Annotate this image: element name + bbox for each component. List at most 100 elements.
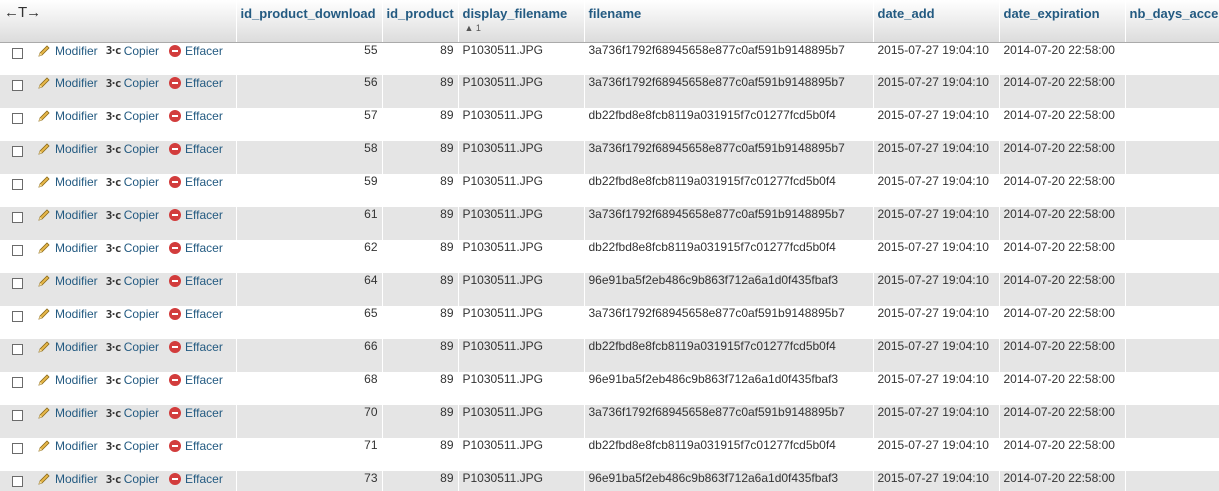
delete-link[interactable]: Effacer xyxy=(167,109,223,123)
row-checkbox[interactable] xyxy=(12,344,23,355)
edit-link[interactable]: Modifier xyxy=(37,274,98,288)
row-checkbox[interactable] xyxy=(12,278,23,289)
cell-id-product-download: 59 xyxy=(236,174,383,207)
copy-icon: 3·c xyxy=(105,109,122,123)
cell-display-filename: P1030511.JPG xyxy=(458,42,585,75)
delete-icon xyxy=(169,110,182,122)
cell-id-product: 89 xyxy=(382,174,459,207)
copy-link[interactable]: 3·c Copier xyxy=(106,208,159,222)
cell-date-add: 2015-07-27 19:04:10 xyxy=(873,108,1000,141)
row-checkbox[interactable] xyxy=(12,113,23,124)
row-checkbox[interactable] xyxy=(12,212,23,223)
edit-link[interactable]: Modifier xyxy=(37,373,98,387)
copy-link[interactable]: 3·c Copier xyxy=(106,44,159,58)
edit-link[interactable]: Modifier xyxy=(37,142,98,156)
row-actions: Modifier 3·c Copier Effacer xyxy=(0,42,237,75)
edit-link[interactable]: Modifier xyxy=(37,439,98,453)
copy-link[interactable]: 3·c Copier xyxy=(106,142,159,156)
edit-label: Modifier xyxy=(55,43,98,58)
cell-display-filename: P1030511.JPG xyxy=(458,339,585,372)
delete-link[interactable]: Effacer xyxy=(167,439,223,453)
copy-link[interactable]: 3·c Copier xyxy=(106,472,159,486)
delete-link[interactable]: Effacer xyxy=(167,44,223,58)
cell-id-product-download: 56 xyxy=(236,75,383,108)
edit-link[interactable]: Modifier xyxy=(37,241,98,255)
row-checkbox[interactable] xyxy=(12,47,23,59)
edit-link[interactable]: Modifier xyxy=(37,307,98,321)
column-header-id-product[interactable]: id_product xyxy=(382,0,459,43)
row-actions: Modifier 3·c Copier Effacer xyxy=(0,240,237,273)
row-checkbox[interactable] xyxy=(12,443,23,454)
cell-date-add: 2015-07-27 19:04:10 xyxy=(873,141,1000,174)
copy-link[interactable]: 3·c Copier xyxy=(106,274,159,288)
row-checkbox[interactable] xyxy=(12,80,23,91)
delete-link[interactable]: Effacer xyxy=(167,241,223,255)
cell-date-expiration: 2014-07-20 22:58:00 xyxy=(999,108,1126,141)
edit-label: Modifier xyxy=(55,142,98,156)
copy-link[interactable]: 3·c Copier xyxy=(106,307,159,321)
row-checkbox[interactable] xyxy=(12,311,23,322)
cell-filename: db22fbd8e8fcb8119a031915f7c01277fcd5b0f4 xyxy=(584,108,874,141)
row-checkbox[interactable] xyxy=(12,410,23,421)
cell-date-add: 2015-07-27 19:04:10 xyxy=(873,207,1000,240)
delete-label: Effacer xyxy=(185,241,223,255)
delete-link[interactable]: Effacer xyxy=(167,472,223,486)
copy-link[interactable]: 3·c Copier xyxy=(106,175,159,189)
row-actions: Modifier 3·c Copier Effacer xyxy=(0,108,237,141)
row-checkbox[interactable] xyxy=(12,377,23,388)
row-checkbox[interactable] xyxy=(12,245,23,256)
delete-link[interactable]: Effacer xyxy=(167,274,223,288)
edit-link[interactable]: Modifier xyxy=(37,472,98,486)
cell-nb-days-accessible xyxy=(1125,405,1219,438)
edit-link[interactable]: Modifier xyxy=(37,109,98,123)
copy-link[interactable]: 3·c Copier xyxy=(106,340,159,354)
copy-link[interactable]: 3·c Copier xyxy=(106,406,159,420)
delete-label: Effacer xyxy=(185,340,223,354)
delete-link[interactable]: Effacer xyxy=(167,373,223,387)
cell-filename: db22fbd8e8fcb8119a031915f7c01277fcd5b0f4 xyxy=(584,438,874,471)
edit-label: Modifier xyxy=(55,340,98,354)
delete-link[interactable]: Effacer xyxy=(167,406,223,420)
cell-display-filename: P1030511.JPG xyxy=(458,438,585,471)
delete-link[interactable]: Effacer xyxy=(167,307,223,321)
row-checkbox[interactable] xyxy=(12,476,23,487)
delete-link[interactable]: Effacer xyxy=(167,208,223,222)
cell-filename: 3a736f1792f68945658e877c0af591b9148895b7 xyxy=(584,75,874,108)
copy-link[interactable]: 3·c Copier xyxy=(106,76,159,90)
column-nav-arrows[interactable]: ←T→ xyxy=(0,0,237,43)
column-header-date-expiration[interactable]: date_expiration xyxy=(999,0,1126,43)
delete-link[interactable]: Effacer xyxy=(167,76,223,90)
table-row: Modifier 3·c Copier Effacer 71 89 P1030511.JPG… xyxy=(0,438,1219,471)
column-header-date-add[interactable]: date_add xyxy=(873,0,1000,43)
cell-nb-days-accessible xyxy=(1125,141,1219,174)
row-checkbox[interactable] xyxy=(12,179,23,190)
copy-link[interactable]: 3·c Copier xyxy=(106,241,159,255)
edit-link[interactable]: Modifier xyxy=(37,406,98,420)
edit-link[interactable]: Modifier xyxy=(37,175,98,189)
cell-date-expiration: 2014-07-20 22:58:00 xyxy=(999,405,1126,438)
copy-link[interactable]: 3·c Copier xyxy=(106,373,159,387)
delete-icon xyxy=(169,77,182,89)
delete-link[interactable]: Effacer xyxy=(167,175,223,189)
cell-date-expiration: 2014-07-20 22:58:00 xyxy=(999,141,1126,174)
copy-link[interactable]: 3·c Copier xyxy=(106,439,159,453)
edit-link[interactable]: Modifier xyxy=(37,340,98,354)
edit-link[interactable]: Modifier xyxy=(37,208,98,222)
delete-link[interactable]: Effacer xyxy=(167,142,223,156)
column-header-id-product-download[interactable]: id_product_download xyxy=(236,0,383,43)
column-header-display-filename[interactable]: display_filename ▲ 1 xyxy=(458,0,585,43)
edit-label: Modifier xyxy=(55,241,98,255)
cell-id-product: 89 xyxy=(382,42,459,75)
copy-link[interactable]: 3·c Copier xyxy=(106,109,159,123)
cell-filename: 3a736f1792f68945658e877c0af591b9148895b7 xyxy=(584,306,874,339)
edit-link[interactable]: Modifier xyxy=(37,44,98,58)
column-header-nb-days-accessible[interactable]: nb_days_accessible xyxy=(1125,0,1219,43)
delete-label: Effacer xyxy=(185,43,223,58)
edit-link[interactable]: Modifier xyxy=(37,76,98,90)
delete-link[interactable]: Effacer xyxy=(167,340,223,354)
cell-date-expiration: 2014-07-20 22:58:00 xyxy=(999,174,1126,207)
cell-id-product: 89 xyxy=(382,273,459,306)
edit-label: Modifier xyxy=(55,439,98,453)
row-checkbox[interactable] xyxy=(12,146,23,157)
column-header-filename[interactable]: filename xyxy=(584,0,874,43)
